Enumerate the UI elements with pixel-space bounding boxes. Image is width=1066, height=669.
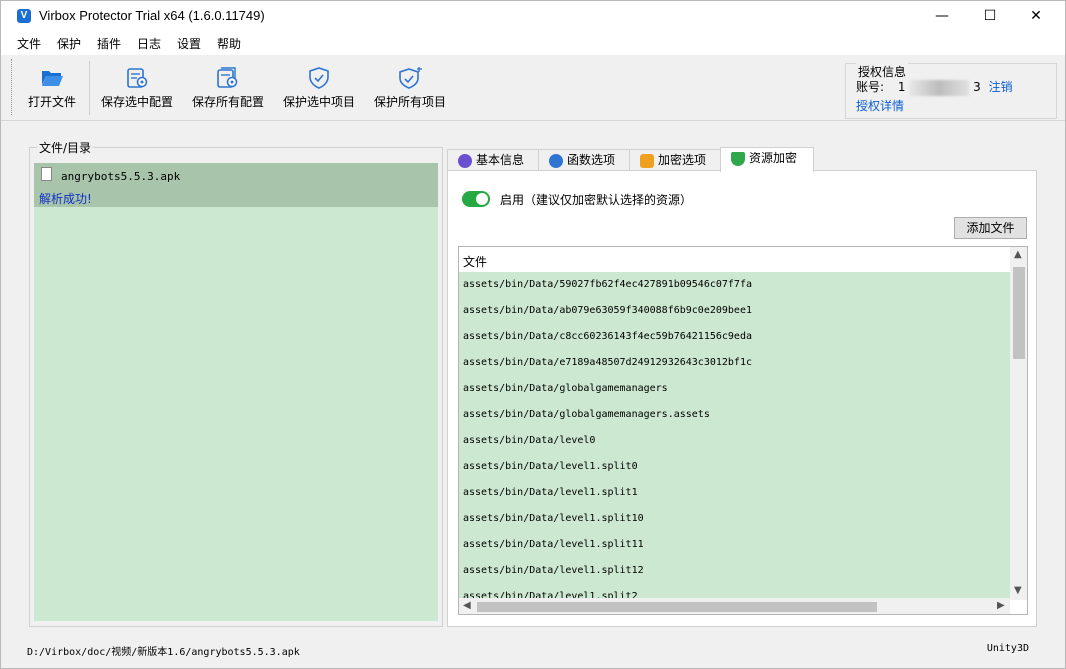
vertical-scroll-thumb[interactable] (1013, 267, 1025, 359)
tab-basic-info[interactable]: 基本信息 (447, 149, 539, 171)
list-item[interactable]: assets/bin/Data/level1.split12 (463, 565, 644, 576)
account-label: 账号: (856, 80, 885, 94)
enable-toggle[interactable] (462, 191, 490, 207)
status-engine: Unity3D (986, 643, 1029, 654)
tab-encryption-options[interactable]: 加密选项 (629, 149, 721, 171)
tab-resource-encryption-label: 资源加密 (749, 151, 798, 165)
list-item[interactable]: assets/bin/Data/c8cc60236143f4ec59b76421… (463, 331, 752, 342)
parse-status: 解析成功! (39, 192, 92, 206)
resource-file-list[interactable]: 文件 assets/bin/Data/59027fb62f4ec427891b0… (458, 246, 1028, 615)
window-title: Virbox Protector Trial x64 (1.6.0.11749) (39, 8, 265, 23)
list-item[interactable]: assets/bin/Data/e7189a48507d24912932643c… (463, 357, 752, 368)
app-window: V Virbox Protector Trial x64 (1.6.0.1174… (0, 0, 1066, 669)
virbox-logo-icon: V (17, 9, 31, 23)
shield-icon (309, 67, 329, 89)
protect-all-label: 保护所有项目 (373, 95, 446, 109)
scroll-down-icon[interactable]: ▼ (1014, 585, 1022, 596)
enable-label: 启用（建议仅加密默认选择的资源） (500, 193, 693, 207)
config-save-all-icon (217, 67, 238, 88)
account-id-redacted (909, 79, 970, 96)
menu-bar: 文件 保护 插件 日志 设置 帮助 (1, 31, 1065, 55)
tab-function-options-label: 函数选项 (567, 153, 616, 167)
account-row: 账号: 1 3 注销 (856, 78, 1013, 96)
list-item[interactable]: assets/bin/Data/59027fb62f4ec427891b0954… (463, 279, 752, 290)
scroll-left-icon[interactable]: ◀ (463, 600, 471, 611)
tab-function-options[interactable]: 函数选项 (538, 149, 630, 171)
account-id-suffix: 3 (973, 80, 981, 94)
save-selected-config-button[interactable]: 保存选中配置 (99, 67, 175, 115)
list-item[interactable]: assets/bin/Data/level1.split11 (463, 539, 644, 550)
open-file-label: 打开文件 (27, 95, 76, 109)
list-item[interactable]: assets/bin/Data/ab079e63059f340088f6b9c0… (463, 305, 752, 316)
protect-all-button[interactable]: 保护所有项目 (372, 67, 448, 115)
open-file-button[interactable]: 打开文件 (25, 67, 79, 115)
file-tree[interactable]: angrybots5.5.3.apk 解析成功! (34, 163, 438, 621)
menu-file[interactable]: 文件 (17, 35, 41, 52)
file-tree-item[interactable]: angrybots5.5.3.apk 解析成功! (34, 163, 438, 207)
menu-plugins[interactable]: 插件 (97, 35, 121, 52)
auth-info-group: 授权信息 账号: 1 3 注销 授权详情 (845, 63, 1057, 119)
minimize-button[interactable]: — (919, 1, 965, 31)
protect-selected-label: 保护选中项目 (282, 95, 355, 109)
shield-check-icon (731, 152, 745, 166)
list-item[interactable]: assets/bin/Data/level1.split1 (463, 487, 638, 498)
tab-encryption-options-label: 加密选项 (658, 153, 707, 167)
scroll-up-icon[interactable]: ▲ (1014, 249, 1022, 260)
menu-log[interactable]: 日志 (137, 35, 161, 52)
lock-icon (640, 154, 654, 168)
add-file-button[interactable]: 添加文件 (954, 217, 1027, 239)
file-icon (41, 167, 52, 181)
list-item[interactable]: assets/bin/Data/level1.split10 (463, 513, 644, 524)
auth-details-link[interactable]: 授权详情 (856, 97, 904, 114)
protect-selected-button[interactable]: 保护选中项目 (281, 67, 357, 115)
file-directory-title: 文件/目录 (37, 139, 94, 156)
column-header-file[interactable]: 文件 (463, 253, 487, 270)
toolbar-separator (89, 61, 90, 115)
file-tree-item-name: angrybots5.5.3.apk (61, 170, 181, 183)
shield-all-icon (399, 67, 422, 89)
maximize-button[interactable]: ☐ (967, 1, 1013, 31)
tab-basic-info-label: 基本信息 (476, 153, 525, 167)
menu-protect[interactable]: 保护 (57, 35, 81, 52)
list-item[interactable]: assets/bin/Data/globalgamemanagers (463, 383, 668, 394)
resource-encryption-panel: 启用（建议仅加密默认选择的资源） 添加文件 文件 assets/bin/Data… (447, 170, 1037, 627)
save-selected-config-label: 保存选中配置 (100, 95, 173, 109)
save-all-config-label: 保存所有配置 (191, 95, 264, 109)
status-bar: D:/Virbox/doc/视频/新版本1.6/angrybots5.5.3.a… (1, 641, 1065, 659)
menu-help[interactable]: 帮助 (217, 35, 241, 52)
vertical-scrollbar[interactable]: ▲ ▼ (1010, 247, 1027, 600)
config-save-icon (127, 68, 148, 88)
horizontal-scrollbar[interactable]: ◀ ▶ (459, 598, 1010, 614)
status-file-path: D:/Virbox/doc/视频/新版本1.6/angrybots5.5.3.a… (27, 647, 300, 658)
title-bar: V Virbox Protector Trial x64 (1.6.0.1174… (1, 1, 1065, 31)
function-icon (549, 154, 563, 168)
menu-settings[interactable]: 设置 (177, 35, 201, 52)
resource-rows: assets/bin/Data/59027fb62f4ec427891b0954… (459, 272, 1010, 600)
list-item[interactable]: assets/bin/Data/level1.split0 (463, 461, 638, 472)
close-button[interactable]: ✕ (1013, 1, 1059, 31)
scroll-right-icon[interactable]: ▶ (997, 600, 1005, 611)
tab-resource-encryption[interactable]: 资源加密 (720, 147, 814, 172)
list-item[interactable]: assets/bin/Data/globalgamemanagers.asset… (463, 409, 710, 420)
account-id-prefix: 1 (897, 80, 906, 94)
logout-link[interactable]: 注销 (989, 80, 1013, 94)
toolbar-grip[interactable] (11, 59, 13, 115)
horizontal-scroll-thumb[interactable] (477, 602, 877, 612)
chat-bubble-icon (458, 154, 472, 168)
folder-open-icon (42, 71, 63, 86)
list-item[interactable]: assets/bin/Data/level0 (463, 435, 595, 446)
save-all-config-button[interactable]: 保存所有配置 (190, 67, 266, 115)
